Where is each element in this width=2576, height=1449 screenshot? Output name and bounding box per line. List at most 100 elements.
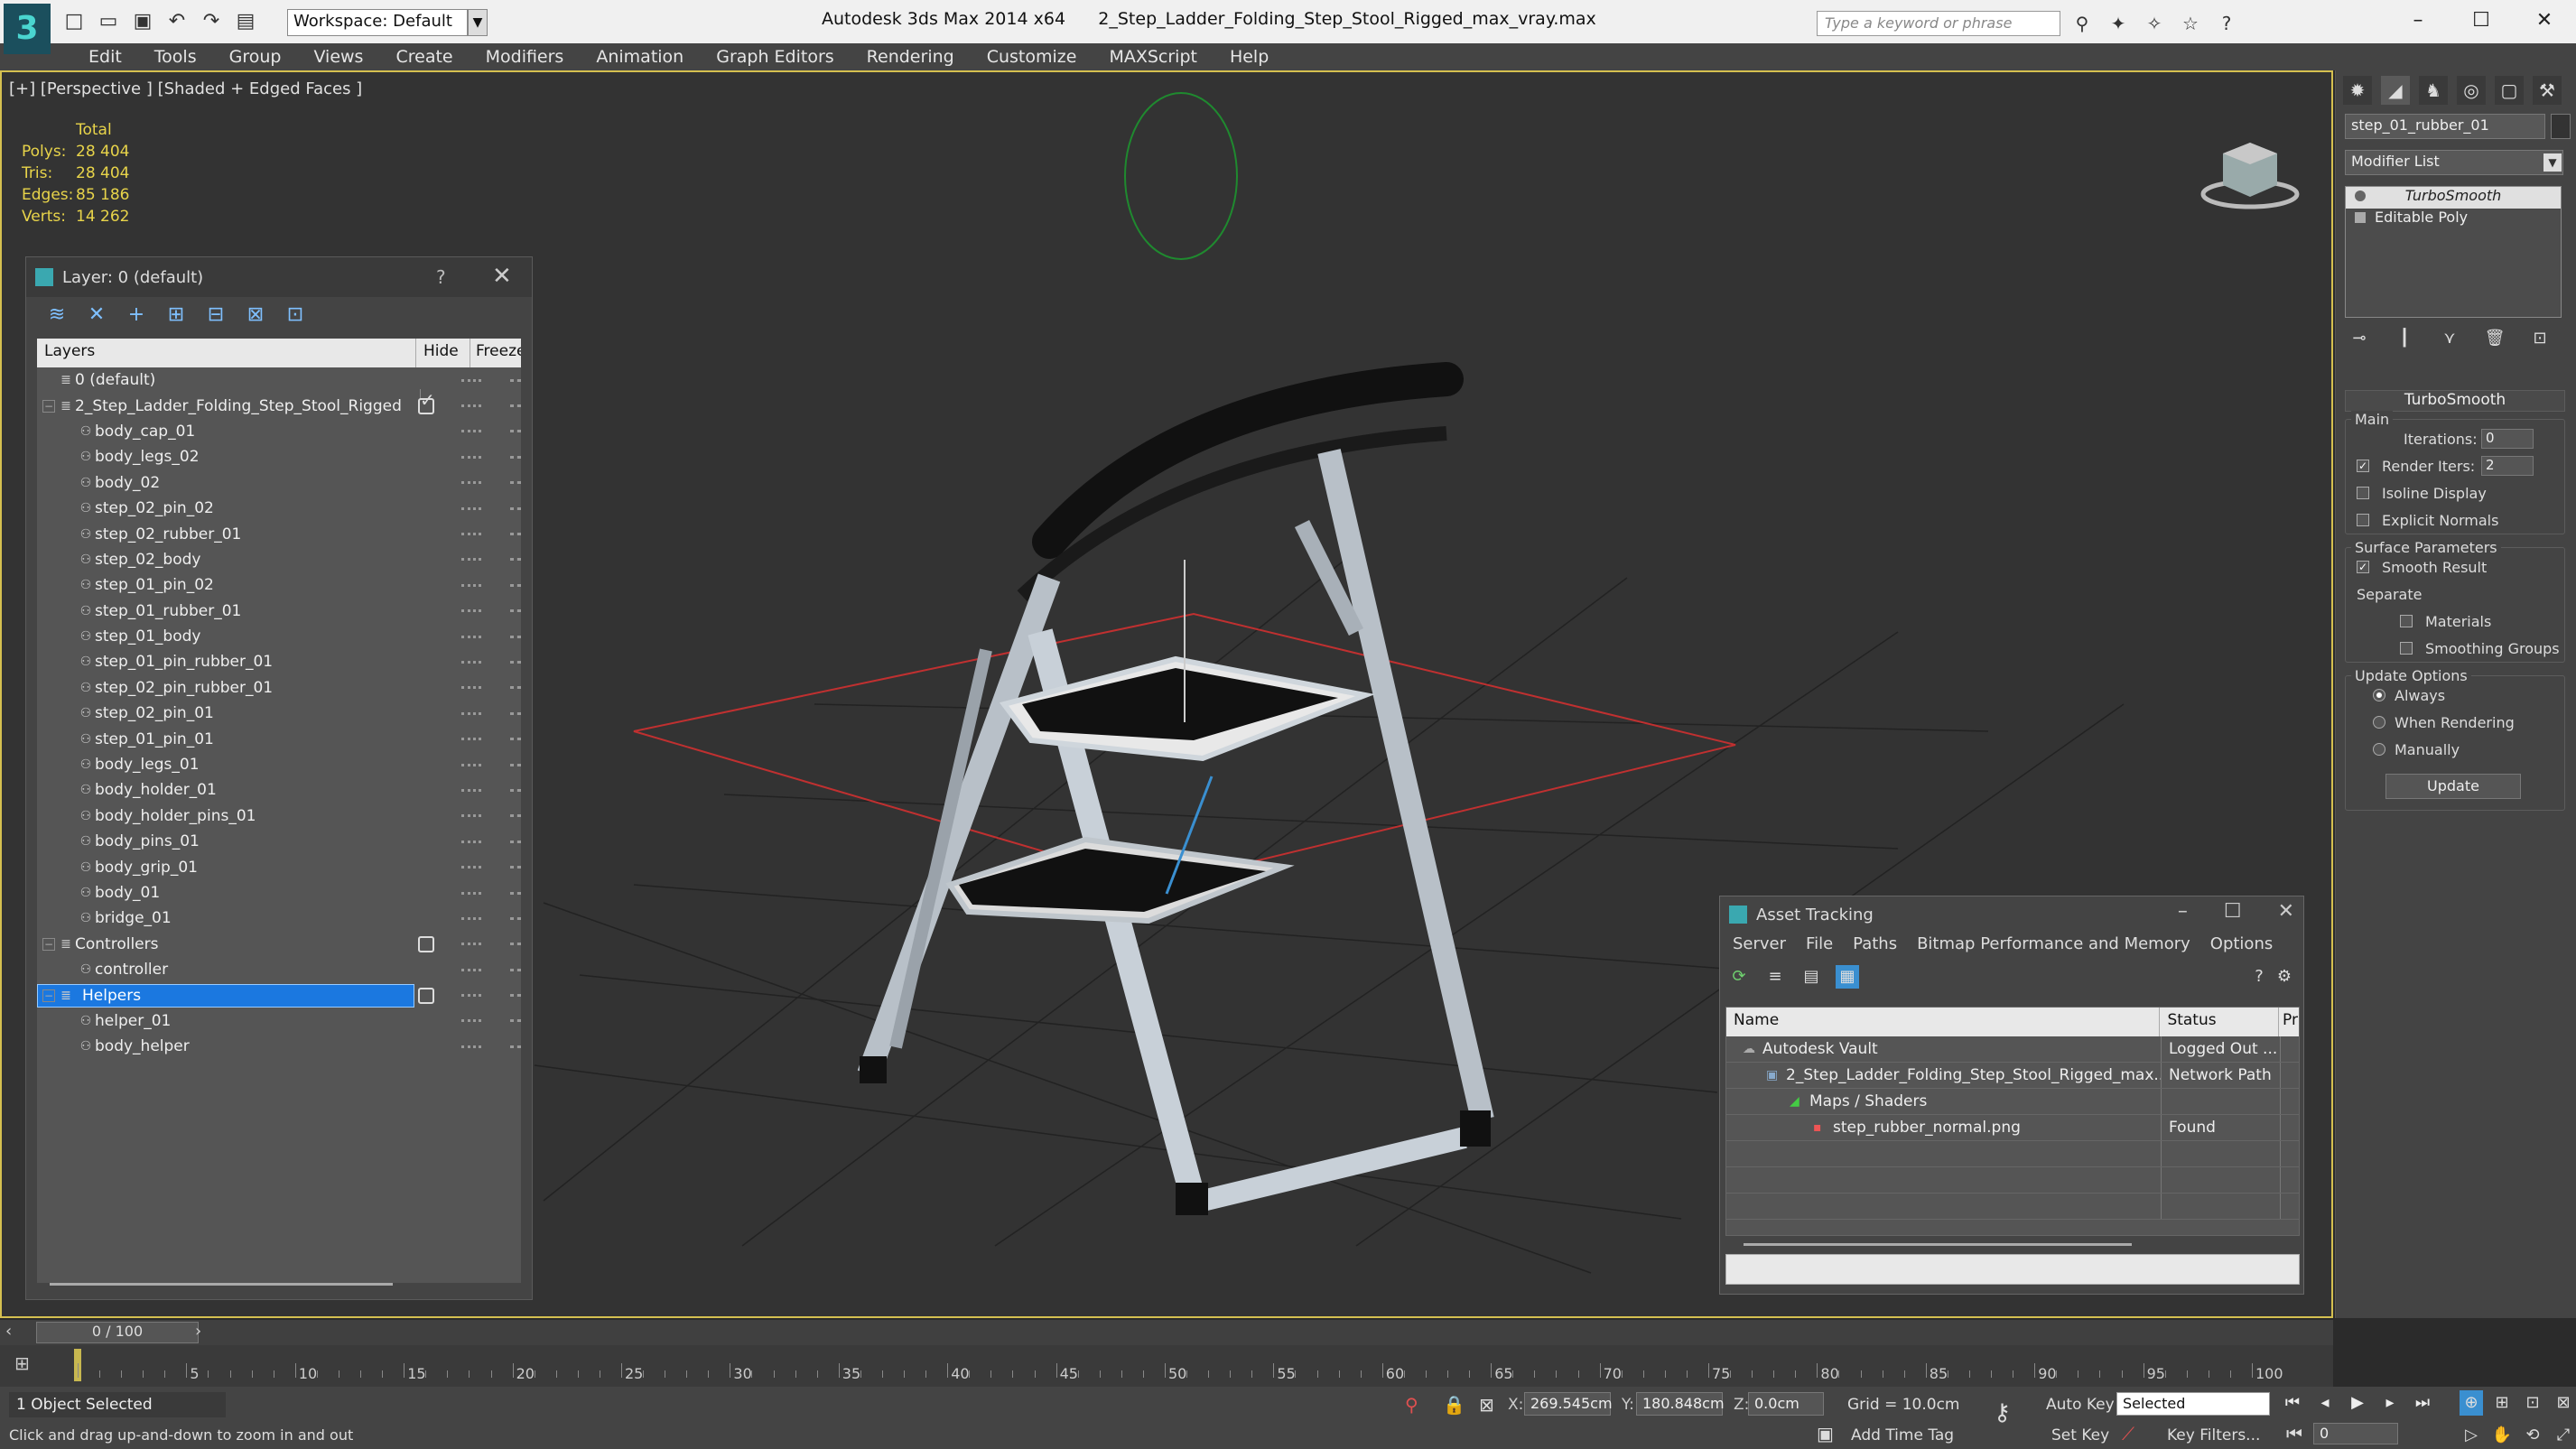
column-hide[interactable]: Hide [416, 339, 470, 367]
materials-checkbox[interactable] [2400, 615, 2413, 627]
freeze-toggle[interactable] [510, 994, 521, 998]
freeze-toggle[interactable] [510, 635, 521, 638]
hide-toggle[interactable] [461, 763, 481, 766]
freeze-toggle[interactable] [510, 378, 521, 382]
object-row[interactable]: ⚇ body_holder_pins_01 [37, 803, 521, 829]
utilities-tab-icon[interactable]: ⚒ [2533, 76, 2562, 105]
minimize-icon[interactable]: – [2386, 0, 2450, 42]
key-filters-button[interactable]: Key Filters... [2167, 1426, 2260, 1444]
vault-settings-icon[interactable]: ⚙ [2273, 965, 2296, 989]
previous-frame-icon[interactable]: ◂ [2313, 1390, 2337, 1416]
hide-toggle[interactable] [461, 916, 481, 920]
new-file-icon[interactable]: □ [60, 7, 88, 36]
table-row[interactable]: ◢ Maps / Shaders [1726, 1089, 2299, 1115]
smooth-result-checkbox[interactable]: ✓ [2357, 561, 2369, 573]
minimize-icon[interactable]: – [2178, 900, 2188, 923]
lock-icon[interactable]: 🔒 [1443, 1394, 1465, 1416]
hide-toggle[interactable] [461, 506, 481, 510]
add-time-tag-button[interactable]: Add Time Tag [1851, 1426, 1954, 1444]
menu-views[interactable]: Views [297, 43, 379, 70]
menu-create[interactable]: Create [379, 43, 469, 70]
absolute-mode-icon[interactable]: ⊠ [1479, 1394, 1494, 1416]
layer-panel-title-bar[interactable]: Layer: 0 (default) [26, 257, 532, 297]
layer-row[interactable]: ≣ 0 (default) ✓ [37, 367, 521, 411]
object-color-swatch[interactable] [2551, 114, 2571, 139]
hide-toggle[interactable] [461, 583, 481, 587]
menu-tools[interactable]: Tools [138, 43, 213, 70]
freeze-toggle[interactable] [510, 814, 521, 818]
viewport-label-menu[interactable]: [+] [Perspective ] [Shaded + Edged Faces… [9, 79, 362, 98]
freeze-toggle[interactable] [510, 866, 521, 869]
render-iters-checkbox[interactable]: ✓ [2357, 460, 2369, 472]
z-coordinate-field[interactable]: 0.0cm [1748, 1392, 1824, 1416]
object-row[interactable]: ⚇ body_holder_01 [37, 777, 521, 803]
object-name-field[interactable]: step_01_rubber_01 [2345, 114, 2545, 139]
object-row[interactable]: ⚇ step_02_pin_01 [37, 701, 521, 726]
add-to-layer-icon[interactable]: + [124, 302, 149, 328]
hide-toggle[interactable] [461, 1019, 481, 1023]
freeze-toggle[interactable] [510, 583, 521, 587]
table-view-icon[interactable]: ▤ [1799, 965, 1823, 989]
maximize-icon[interactable]: ☐ [2224, 900, 2242, 923]
iterations-spinner[interactable]: 0 [2481, 429, 2534, 449]
freeze-toggle[interactable] [510, 916, 521, 920]
chevron-right-icon[interactable]: › [195, 1322, 201, 1341]
time-slider-thumb[interactable]: 0 / 100 [36, 1322, 199, 1343]
explicit-normals-checkbox[interactable] [2357, 514, 2369, 526]
hide-toggle[interactable] [461, 1045, 481, 1048]
close-icon[interactable]: ✕ [2278, 900, 2294, 923]
menu-graph-editors[interactable]: Graph Editors [700, 43, 850, 70]
hide-toggle[interactable] [461, 404, 481, 408]
asset-table-scrollbar[interactable] [1744, 1243, 2132, 1246]
table-row[interactable]: ☁ Autodesk Vault Logged Out ... [1726, 1036, 2299, 1063]
zoom-all-icon[interactable]: ⊞ [2490, 1390, 2514, 1416]
go-to-start-icon[interactable]: ⏮ [2281, 1390, 2304, 1416]
lightbulb-icon[interactable] [2355, 190, 2366, 201]
freeze-toggle[interactable] [510, 840, 521, 843]
maximize-viewport-icon[interactable]: ⤢ [2552, 1423, 2575, 1448]
remove-modifier-icon[interactable]: 🗑 [2484, 329, 2506, 350]
vault-help-icon[interactable]: ? [2247, 965, 2271, 989]
column-status[interactable]: Status [2160, 1008, 2280, 1036]
asset-menu-paths[interactable]: Paths [1847, 933, 1902, 960]
freeze-toggle[interactable] [510, 455, 521, 459]
workspace-dropdown-arrow-icon[interactable]: ▼ [468, 9, 488, 36]
redo-icon[interactable]: ↷ [197, 7, 226, 36]
refresh-icon[interactable]: ⟳ [1727, 965, 1751, 989]
communication-icon[interactable]: ✧ [2142, 11, 2167, 36]
object-row[interactable]: ⚇ step_02_pin_02 [37, 496, 521, 521]
stack-item-editable-poly[interactable]: Editable Poly [2346, 209, 2561, 230]
object-row[interactable]: ⚇ body_cap_01 [37, 419, 521, 444]
current-layer-checkbox[interactable] [418, 397, 434, 414]
freeze-toggle[interactable] [510, 788, 521, 792]
object-row[interactable]: ⚇ step_01_body [37, 624, 521, 649]
collapse-toggle-icon[interactable]: − [42, 399, 55, 413]
layer-list[interactable]: Layers Hide Freeze ≣ 0 (default) ✓ − ≣ 2_Step… [37, 339, 521, 1283]
menu-modifiers[interactable]: Modifiers [470, 43, 581, 70]
create-tab-icon[interactable]: ✹ [2343, 76, 2372, 105]
hide-toggle[interactable] [461, 455, 481, 459]
x-coordinate-field[interactable]: 269.545cm [1524, 1392, 1613, 1416]
time-tag-icon[interactable]: ▣ [1817, 1423, 1834, 1444]
freeze-toggle[interactable] [510, 1045, 521, 1048]
motion-tab-icon[interactable]: ◎ [2457, 76, 2486, 105]
freeze-toggle[interactable] [510, 738, 521, 741]
configure-sets-icon[interactable]: ⊡ [2529, 329, 2551, 350]
asset-table[interactable]: Name Status Pr ☁ Autodesk Vault Logged Out… [1725, 1007, 2300, 1236]
menu-group[interactable]: Group [213, 43, 298, 70]
app-logo-icon[interactable]: 3 [4, 4, 51, 54]
subscription-icon[interactable]: ✦ [2106, 11, 2131, 36]
hide-toggle[interactable] [461, 968, 481, 971]
mini-curve-editor-icon[interactable]: ⊞ [14, 1352, 40, 1378]
column-freeze[interactable]: Freeze [470, 339, 521, 367]
hide-toggle[interactable] [461, 533, 481, 536]
chevron-down-icon[interactable]: ▼ [2543, 153, 2562, 172]
freeze-toggle[interactable] [510, 404, 521, 408]
viewcube-icon[interactable] [2196, 117, 2304, 217]
hide-all-icon[interactable]: ⊠ [243, 302, 268, 328]
always-radio[interactable] [2373, 689, 2385, 701]
collapse-toggle-icon[interactable]: − [42, 989, 55, 1002]
delete-layer-icon[interactable]: ✕ [84, 302, 109, 328]
workspace-dropdown[interactable]: Workspace: Default [287, 9, 468, 36]
hide-toggle[interactable] [461, 866, 481, 869]
